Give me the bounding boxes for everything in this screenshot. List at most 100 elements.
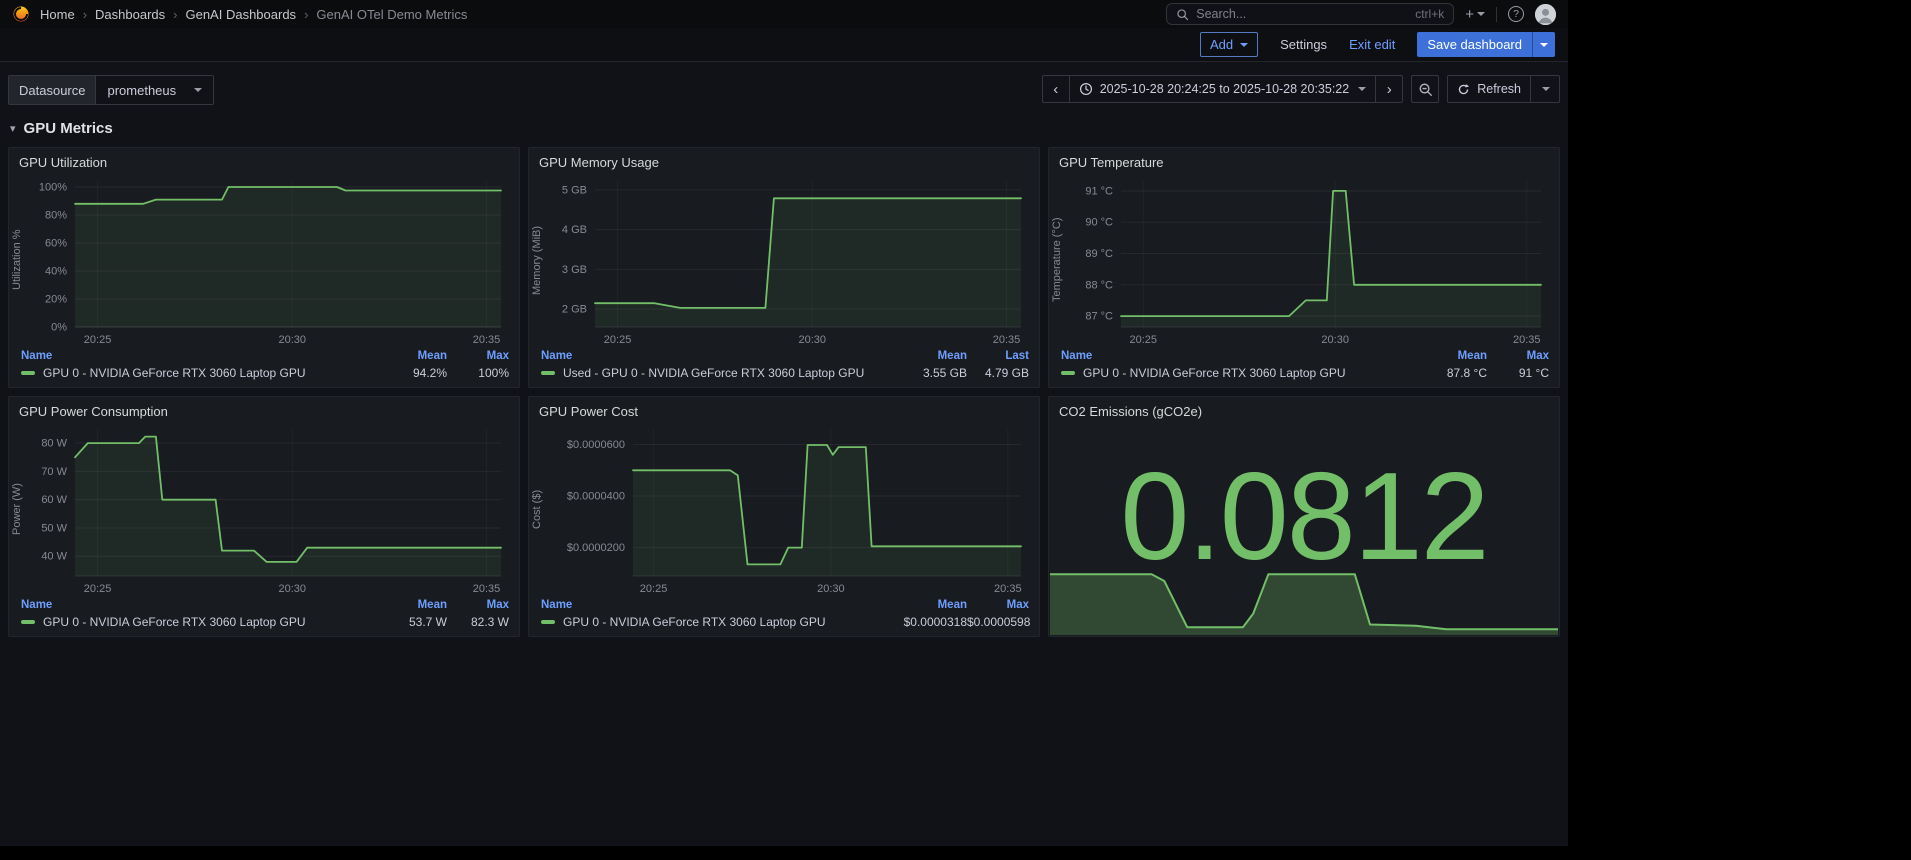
panel-title[interactable]: GPU Temperature [1057, 153, 1551, 172]
panel-gpu-utilization: GPU Utilization Utilization % 0% 20% 40% 60… [8, 147, 520, 388]
help-icon[interactable]: ? [1508, 6, 1524, 22]
save-dashboard-dropdown-button[interactable] [1532, 32, 1555, 57]
legend-col-name[interactable]: Name [541, 350, 883, 362]
legend-col-name[interactable]: Name [21, 599, 363, 611]
time-forward-button[interactable]: › [1375, 75, 1404, 103]
svg-text:20:25: 20:25 [604, 334, 632, 346]
series-max-value: 91 °C [1518, 366, 1549, 380]
panel-title[interactable]: GPU Memory Usage [537, 153, 1031, 172]
svg-text:91 °C: 91 °C [1085, 185, 1113, 197]
svg-text:88 °C: 88 °C [1085, 279, 1113, 291]
breadcrumb-current-dashboard[interactable]: GenAI OTel Demo Metrics [316, 7, 467, 22]
y-axis-label: Memory (MiB) [531, 225, 543, 295]
legend-col-mean[interactable]: Mean [363, 350, 447, 362]
series-name[interactable]: GPU 0 - NVIDIA GeForce RTX 3060 Laptop G… [563, 615, 883, 629]
svg-text:40 W: 40 W [41, 551, 67, 563]
avatar[interactable] [1535, 3, 1556, 25]
datasource-label: Datasource [9, 76, 96, 104]
legend-col-name[interactable]: Name [541, 599, 883, 611]
timeseries-chart[interactable]: 2 GB 3 GB 4 GB 5 GB 20:25 20:30 20:35 [553, 172, 1031, 348]
settings-button[interactable]: Settings [1280, 37, 1327, 52]
legend-col-max[interactable]: Max [967, 599, 1029, 611]
series-color-marker [1061, 371, 1075, 375]
search-input[interactable]: Search... ctrl+k [1166, 3, 1455, 25]
legend-col-mean[interactable]: Mean [883, 350, 967, 362]
svg-text:$0.0000200: $0.0000200 [567, 542, 625, 554]
y-axis-label: Cost ($) [531, 489, 543, 529]
legend-series-row: Used - GPU 0 - NVIDIA GeForce RTX 3060 L… [541, 366, 1029, 380]
clock-icon [1079, 82, 1093, 96]
datasource-select[interactable]: prometheus [95, 76, 214, 104]
panel-title[interactable]: GPU Power Cost [537, 402, 1031, 421]
svg-text:20:35: 20:35 [1513, 334, 1541, 346]
panel-gpu-memory-usage: GPU Memory Usage Memory (MiB) 2 GB 3 GB 4 … [528, 147, 1040, 388]
panel-title[interactable]: GPU Power Consumption [17, 402, 511, 421]
series-name[interactable]: GPU 0 - NVIDIA GeForce RTX 3060 Laptop G… [43, 366, 363, 380]
series-color-marker [541, 620, 555, 624]
add-button[interactable]: Add [1199, 32, 1259, 57]
svg-text:20:35: 20:35 [473, 334, 501, 346]
series-last-value: 4.79 GB [984, 366, 1029, 380]
svg-text:2 GB: 2 GB [562, 304, 587, 316]
timeseries-chart[interactable]: 0% 20% 40% 60% 80% 100% 20:25 20:30 20:35 [33, 172, 511, 348]
svg-text:$0.0000400: $0.0000400 [567, 491, 625, 503]
time-controls: ‹ 2025-10-28 20:24:25 to 2025-10-28 20:3… [1041, 75, 1560, 103]
zoom-out-button[interactable] [1411, 75, 1440, 103]
refresh-button[interactable]: Refresh [1447, 75, 1531, 103]
legend-col-name[interactable]: Name [21, 350, 363, 362]
legend-series-row: GPU 0 - NVIDIA GeForce RTX 3060 Laptop G… [1061, 366, 1549, 380]
new-menu-button[interactable]: + [1465, 6, 1485, 23]
svg-text:90 °C: 90 °C [1085, 217, 1113, 229]
save-dashboard-button[interactable]: Save dashboard [1417, 32, 1532, 57]
time-back-button[interactable]: ‹ [1041, 75, 1070, 103]
timeseries-chart[interactable]: 87 °C 88 °C 89 °C 90 °C 91 °C 20:25 20:30 20:35 [1073, 172, 1551, 348]
sparkline-chart[interactable] [1050, 563, 1558, 635]
add-button-label: Add [1209, 37, 1234, 52]
svg-text:80%: 80% [45, 210, 67, 222]
svg-text:$0.0000600: $0.0000600 [567, 439, 625, 451]
svg-text:20:25: 20:25 [84, 583, 112, 595]
legend-col-max[interactable]: Max [1487, 350, 1549, 362]
y-axis-label: Power (W) [11, 483, 23, 535]
legend-col-max[interactable]: Max [447, 350, 509, 362]
breadcrumb-dashboards[interactable]: Dashboards [95, 7, 165, 22]
breadcrumb-genai-dashboards[interactable]: GenAI Dashboards [185, 7, 296, 22]
legend-col-last[interactable]: Last [967, 350, 1029, 362]
series-name[interactable]: Used - GPU 0 - NVIDIA GeForce RTX 3060 L… [563, 366, 883, 380]
svg-text:20:30: 20:30 [817, 583, 845, 595]
legend: Name Mean Max GPU 0 - NVIDIA GeForce RTX… [537, 597, 1031, 629]
series-color-marker [21, 371, 35, 375]
series-name[interactable]: GPU 0 - NVIDIA GeForce RTX 3060 Laptop G… [1083, 366, 1403, 380]
time-range-text: 2025-10-28 20:24:25 to 2025-10-28 20:35:… [1099, 82, 1350, 96]
refresh-interval-dropdown[interactable] [1530, 75, 1560, 103]
svg-text:100%: 100% [39, 182, 67, 194]
breadcrumb-home[interactable]: Home [40, 7, 75, 22]
legend: Name Mean Max GPU 0 - NVIDIA GeForce RTX… [17, 348, 511, 380]
panel-title[interactable]: CO2 Emissions (gCO2e) [1057, 402, 1551, 421]
legend-col-max[interactable]: Max [447, 599, 509, 611]
series-name[interactable]: GPU 0 - NVIDIA GeForce RTX 3060 Laptop G… [43, 615, 363, 629]
panel-title[interactable]: GPU Utilization [17, 153, 511, 172]
svg-text:20:35: 20:35 [994, 583, 1022, 595]
stat-value: 0.0812 [1120, 447, 1489, 586]
legend-col-name[interactable]: Name [1061, 350, 1403, 362]
svg-text:20:30: 20:30 [1321, 334, 1349, 346]
grafana-logo[interactable] [12, 5, 30, 23]
timeseries-chart[interactable]: $0.0000200 $0.0000400 $0.0000600 20:25 20:30… [553, 421, 1031, 597]
caret-down-icon [194, 88, 203, 92]
time-range-picker[interactable]: 2025-10-28 20:24:25 to 2025-10-28 20:35:… [1068, 75, 1377, 103]
legend-col-mean[interactable]: Mean [363, 599, 447, 611]
dashboard-controls: Datasource prometheus ‹ 2025-10-28 20:24… [8, 75, 1560, 105]
dashboard-row-gpu-metrics[interactable]: ▾ GPU Metrics [10, 120, 1558, 137]
panel-gpu-power-cost: GPU Power Cost Cost ($) $0.0000200 $0.000… [528, 396, 1040, 637]
series-max-value: 100% [478, 366, 509, 380]
chevron-right-icon: › [173, 6, 178, 22]
legend-col-mean[interactable]: Mean [1403, 350, 1487, 362]
legend: Name Mean Max GPU 0 - NVIDIA GeForce RTX… [17, 597, 511, 629]
legend-col-mean[interactable]: Mean [883, 599, 967, 611]
top-nav: Home › Dashboards › GenAI Dashboards › G… [0, 0, 1568, 28]
timeseries-chart[interactable]: 40 W 50 W 60 W 70 W 80 W 20:25 20:30 20:35 [33, 421, 511, 597]
caret-down-icon [1540, 42, 1548, 47]
exit-edit-button[interactable]: Exit edit [1349, 37, 1395, 52]
row-collapse-chevron-icon[interactable]: ▾ [10, 122, 16, 135]
